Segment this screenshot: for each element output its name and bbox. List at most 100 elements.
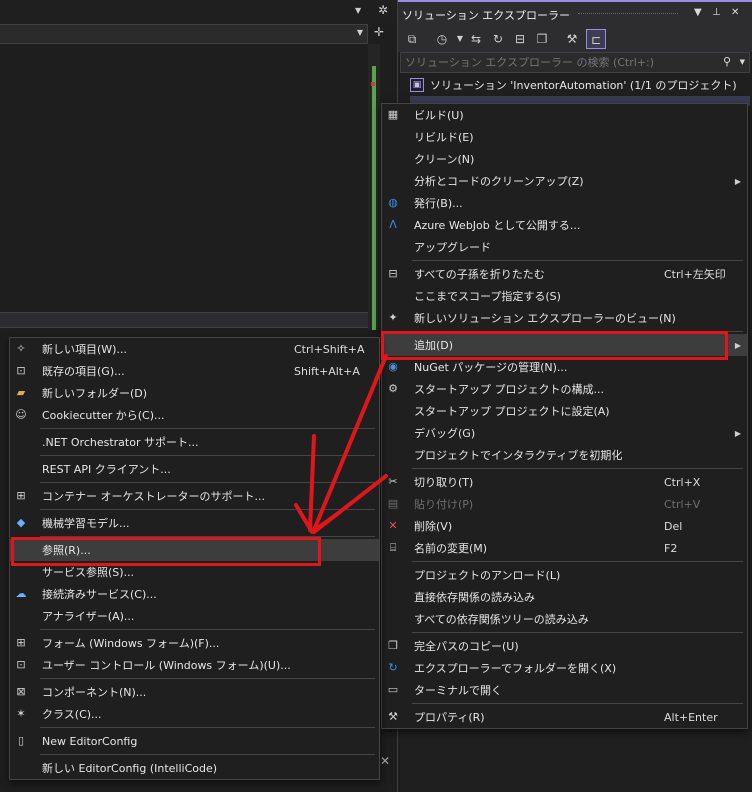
main-menu-item-7[interactable]: ⊟ すべての子孫を折りたたむ Ctrl+左矢印	[382, 263, 747, 285]
main-menu-item-8[interactable]: ここまでスコープ指定する(S)	[382, 285, 747, 307]
sync-icon[interactable]: ⇆	[466, 29, 486, 49]
search-input[interactable]	[401, 53, 701, 72]
component-icon: ⊠	[16, 685, 26, 698]
chevron-down-icon[interactable]: ▼	[694, 7, 702, 18]
menu-item-label: プロジェクトでインタラクティブを初期化	[414, 449, 623, 462]
gear-icon[interactable]: ✲	[378, 3, 388, 17]
add-menu-item-3[interactable]: ☺ Cookiecutter から(C)...	[10, 404, 379, 426]
editor-horizontal-scrollbar[interactable]	[0, 312, 368, 328]
existing-item-icon: ⊡	[16, 364, 26, 377]
new-view-icon: ✦	[388, 311, 398, 324]
menu-item-label: Azure WebJob として公開する...	[414, 219, 581, 232]
chevron-down-icon[interactable]: ▼	[355, 6, 361, 15]
add-menu-item-4[interactable]: .NET Orchestrator サポート...	[10, 431, 379, 453]
main-menu-item-1[interactable]: リビルド(E)	[382, 126, 747, 148]
main-menu-item-16[interactable]: ✂ 切り取り(T) Ctrl+X	[382, 471, 747, 493]
main-menu-item-13[interactable]: スタートアップ プロジェクトに設定(A)	[382, 400, 747, 422]
menu-item-label: 発行(B)...	[414, 197, 463, 210]
collapse-icon: ⊟	[388, 267, 398, 280]
main-menu-item-19[interactable]: ⌸ 名前の変更(M) F2	[382, 537, 747, 559]
show-all-files-icon[interactable]: ❐	[532, 29, 552, 49]
add-menu-item-11[interactable]: アナライザー(A)...	[10, 605, 379, 627]
menu-item-shortcut: Shift+Alt+A	[294, 364, 360, 378]
azure-icon: Λ	[389, 218, 397, 231]
add-menu-item-7[interactable]: ◆ 機械学習モデル...	[10, 512, 379, 534]
main-menu-item-5[interactable]: Λ Azure WebJob として公開する...	[382, 214, 747, 236]
add-menu-item-13[interactable]: ⊡ ユーザー コントロール (Windows フォーム)(U)...	[10, 654, 379, 676]
chevron-down-icon[interactable]: ▼	[740, 58, 745, 66]
connected-service-icon: ☁	[15, 587, 27, 600]
main-menu-item-22[interactable]: すべての依存関係ツリーの読み込み	[382, 608, 747, 630]
ml-model-icon: ◆	[16, 516, 26, 529]
code-editor[interactable]	[0, 44, 368, 312]
add-menu-item-10[interactable]: ☁ 接続済みサービス(C)...	[10, 583, 379, 605]
split-editor-icon[interactable]: ✛	[370, 25, 388, 43]
menu-item-label: ビルド(U)	[414, 109, 464, 122]
add-menu-item-0[interactable]: ✧ 新しい項目(W)... Ctrl+Shift+A	[10, 338, 379, 360]
menu-item-label: 機械学習モデル...	[42, 517, 130, 530]
main-menu-item-2[interactable]: クリーン(N)	[382, 148, 747, 170]
add-menu-item-6[interactable]: ⊞ コンテナー オーケストレーターのサポート...	[10, 485, 379, 507]
menu-item-label: 新しい項目(W)...	[42, 343, 127, 356]
main-menu-item-20[interactable]: プロジェクトのアンロード(L)	[382, 564, 747, 586]
menu-item-label: コンポーネント(N)...	[42, 686, 147, 699]
add-menu-item-15[interactable]: ✶ クラス(C)...	[10, 703, 379, 725]
rename-icon: ⌸	[389, 541, 397, 554]
main-menu-item-26[interactable]: ⚒ プロパティ(R) Alt+Enter	[382, 706, 747, 728]
add-menu-item-14[interactable]: ⊠ コンポーネント(N)...	[10, 681, 379, 703]
member-dropdown[interactable]: ▼	[0, 24, 368, 44]
main-menu-item-17[interactable]: ▤ 貼り付け(P) Ctrl+V	[382, 493, 747, 515]
history-icon[interactable]: ◷	[432, 29, 452, 49]
search-icon[interactable]: ⚲	[723, 55, 731, 68]
solution-explorer-toolbar: ⧉ ◷ ▼ ⇆ ↻ ⊟ ❐ ⚒ ⊏	[398, 26, 752, 52]
menu-item-label: クラス(C)...	[42, 708, 102, 721]
main-menu-item-23[interactable]: ❐ 完全パスのコピー(U)	[382, 635, 747, 657]
container-icon: ⊞	[16, 489, 26, 502]
main-menu-item-9[interactable]: ✦ 新しいソリューション エクスプローラーのビュー(N)	[382, 307, 747, 329]
close-icon[interactable]: ✕	[731, 7, 739, 18]
collapse-all-icon[interactable]: ⊟	[510, 29, 530, 49]
add-menu-item-2[interactable]: ▰ 新しいフォルダー(D)	[10, 382, 379, 404]
main-menu-item-25[interactable]: ▭ ターミナルで開く	[382, 679, 747, 701]
menu-item-label: Cookiecutter から(C)...	[42, 409, 165, 422]
main-menu-item-24[interactable]: ↻ エクスプローラーでフォルダーを開く(X)	[382, 657, 747, 679]
main-menu-item-15[interactable]: プロジェクトでインタラクティブを初期化	[382, 444, 747, 466]
pin-icon[interactable]: ⊥	[712, 7, 721, 18]
add-menu-item-16[interactable]: ▯ New EditorConfig	[10, 730, 379, 752]
add-menu-item-5[interactable]: REST API クライアント...	[10, 458, 379, 480]
main-menu-item-12[interactable]: ⚙ スタートアップ プロジェクトの構成...	[382, 378, 747, 400]
solution-explorer-search[interactable]: ⚲ ▼	[400, 52, 750, 73]
menu-item-label: デバッグ(G)	[414, 427, 476, 440]
menu-item-label: 直接依存関係の読み込み	[414, 591, 535, 604]
menu-item-shortcut: Ctrl+左矢印	[664, 268, 726, 281]
menu-item-label: 名前の変更(M)	[414, 542, 488, 555]
refresh-icon[interactable]: ↻	[488, 29, 508, 49]
add-menu-item-1[interactable]: ⊡ 既存の項目(G)... Shift+Alt+A	[10, 360, 379, 382]
main-menu-item-3[interactable]: 分析とコードのクリーンアップ(Z) ▶	[382, 170, 747, 192]
menu-item-label: 接続済みサービス(C)...	[42, 588, 157, 601]
menu-item-shortcut: Ctrl+V	[664, 497, 701, 511]
chevron-down-icon[interactable]: ▼	[357, 28, 363, 37]
menu-item-label: エクスプローラーでフォルダーを開く(X)	[414, 662, 617, 675]
main-menu-item-0[interactable]: ▦ ビルド(U)	[382, 104, 747, 126]
title-divider	[578, 13, 678, 14]
add-menu-item-17[interactable]: 新しい EditorConfig (IntelliCode)	[10, 757, 379, 779]
menu-item-label: ここまでスコープ指定する(S)	[414, 290, 561, 303]
main-menu-item-18[interactable]: ✕ 削除(V) Del	[382, 515, 747, 537]
menu-item-label: ターミナルで開く	[414, 684, 502, 697]
submenu-arrow-icon: ▶	[734, 340, 741, 350]
delete-icon: ✕	[388, 519, 398, 532]
main-menu-item-4[interactable]: ◍ 発行(B)...	[382, 192, 747, 214]
menu-item-label: プロパティ(R)	[414, 711, 485, 724]
add-menu-item-12[interactable]: ⊞ フォーム (Windows フォーム)(F)...	[10, 632, 379, 654]
solution-tree-node[interactable]: ▣ ソリューション 'InventorAutomation' (1/1 のプロジ…	[410, 75, 737, 95]
close-icon[interactable]: ✕	[380, 754, 390, 768]
properties-wrench-icon[interactable]: ⚒	[562, 29, 582, 49]
paste-icon: ▤	[387, 497, 399, 510]
main-menu-item-6[interactable]: アップグレード	[382, 236, 747, 258]
menu-item-label: リビルド(E)	[414, 131, 474, 144]
main-menu-item-14[interactable]: デバッグ(G) ▶	[382, 422, 747, 444]
preview-selected-icon[interactable]: ⊏	[586, 29, 606, 49]
vs-solution-icon[interactable]: ⧉	[402, 29, 422, 49]
main-menu-item-21[interactable]: 直接依存関係の読み込み	[382, 586, 747, 608]
